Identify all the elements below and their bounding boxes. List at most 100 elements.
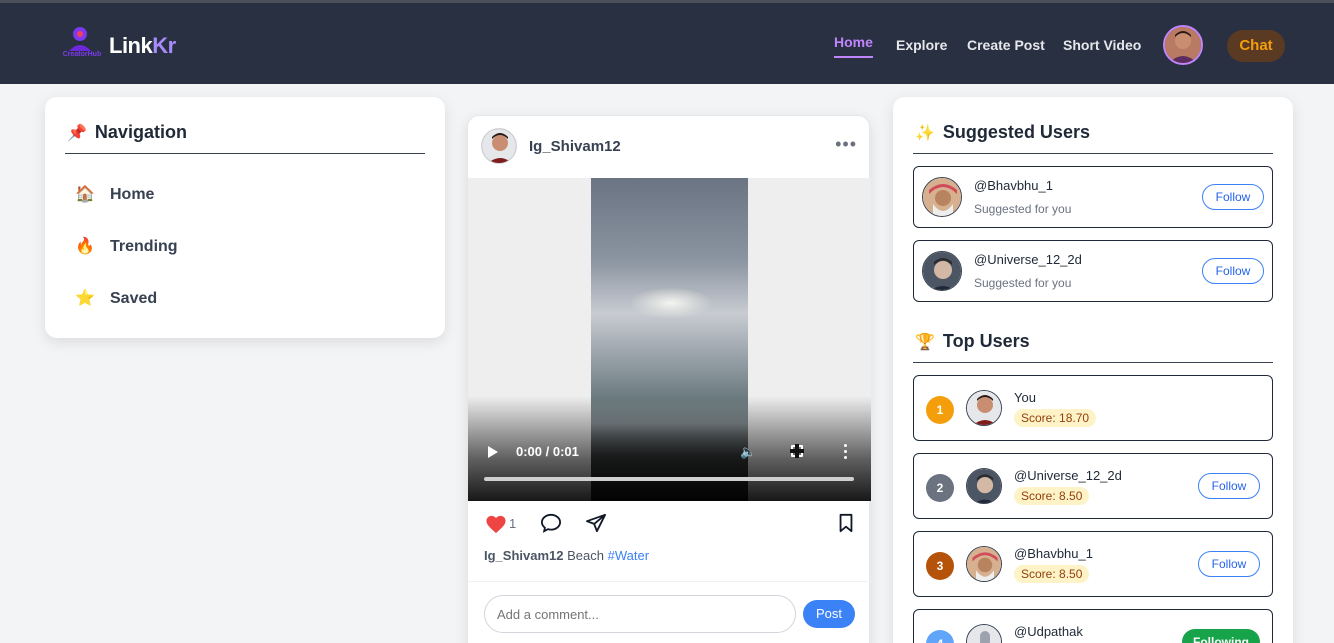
post-caption: Ig_Shivam12 Beach #Water <box>484 548 649 563</box>
nav-home[interactable]: Home <box>834 34 873 58</box>
post-divider <box>468 581 871 582</box>
brand-accent: Kr <box>152 33 176 58</box>
video-more-icon[interactable] <box>844 444 848 462</box>
avatar[interactable] <box>922 177 962 217</box>
bookmark-icon[interactable] <box>837 513 855 533</box>
follow-button[interactable]: Follow <box>1198 551 1260 577</box>
suggested-users-title: ✨ Suggested Users <box>915 122 1090 143</box>
share-icon[interactable] <box>585 513 607 533</box>
navigation-title-text: Navigation <box>94 122 187 142</box>
post-card: Ig_Shivam12 ••• 0:00 / 0:01 🔈 1 Ig_Shiva… <box>467 115 871 643</box>
caption-text: Beach <box>567 548 604 563</box>
avatar-image <box>967 391 1001 425</box>
rank-badge: 4 <box>926 630 954 643</box>
chat-button[interactable]: Chat <box>1227 30 1285 62</box>
pushpin-icon: 📌 <box>67 125 87 142</box>
avatar[interactable] <box>966 468 1002 504</box>
avatar-image <box>967 625 1001 643</box>
video-player[interactable]: 0:00 / 0:01 🔈 <box>468 178 871 501</box>
avatar[interactable] <box>966 624 1002 643</box>
brand-name[interactable]: LinkKr <box>109 33 176 59</box>
post-author-avatar[interactable] <box>481 128 517 164</box>
caption-hashtag[interactable]: #Water <box>608 548 649 563</box>
navigation-title: 📌 Navigation <box>67 122 187 143</box>
avatar[interactable] <box>966 390 1002 426</box>
fullscreen-icon[interactable] <box>790 444 804 458</box>
profile-avatar[interactable] <box>1163 25 1203 65</box>
logo-icon <box>69 27 91 51</box>
suggested-user-subtitle: Suggested for you <box>974 202 1072 216</box>
comment-icon[interactable] <box>540 513 562 533</box>
score-badge: Score: 8.50 <box>1014 565 1090 583</box>
suggested-user-handle[interactable]: @Bhavbhu_1 <box>974 178 1053 193</box>
play-icon[interactable] <box>488 446 498 458</box>
heart-icon[interactable] <box>485 514 507 534</box>
logo-caption: CreatorHub <box>62 51 102 58</box>
top-users-divider <box>913 362 1273 363</box>
avatar-image <box>923 178 961 216</box>
avatar-image <box>967 547 1001 581</box>
navigation-divider <box>65 153 425 154</box>
trophy-icon: 🏆 <box>915 334 935 351</box>
suggested-users-title-text: Suggested Users <box>942 122 1090 142</box>
suggested-user-card: @Universe_12_2d Suggested for you Follow <box>913 240 1273 302</box>
avatar[interactable] <box>966 546 1002 582</box>
avatar-image <box>923 252 961 290</box>
comment-input[interactable] <box>484 595 796 633</box>
nav-short-video[interactable]: Short Video <box>1063 37 1141 53</box>
score-badge: Score: 18.70 <box>1014 409 1097 427</box>
top-user-name[interactable]: @Udpathak <box>1014 624 1083 639</box>
follow-button[interactable]: Follow <box>1202 258 1264 284</box>
suggested-user-subtitle: Suggested for you <box>974 276 1072 290</box>
avatar-image <box>1165 27 1201 63</box>
creatorhub-logo[interactable]: CreatorHub <box>56 25 108 61</box>
fire-icon: 🔥 <box>75 238 95 255</box>
top-user-name[interactable]: @Universe_12_2d <box>1014 468 1122 483</box>
top-user-card: 3 @Bhavbhu_1 Score: 8.50 Follow <box>913 531 1273 597</box>
follow-button[interactable]: Follow <box>1202 184 1264 210</box>
nav-create-post[interactable]: Create Post <box>967 37 1045 53</box>
sidebar-item-label: Saved <box>110 290 158 307</box>
avatar-image <box>482 129 516 163</box>
sparkles-icon: ✨ <box>915 125 935 142</box>
avatar-image <box>967 469 1001 503</box>
top-user-card: 2 @Universe_12_2d Score: 8.50 Follow <box>913 453 1273 519</box>
following-button[interactable]: Following <box>1182 629 1260 643</box>
star-icon: ⭐ <box>75 290 95 307</box>
top-users-title-text: Top Users <box>942 331 1030 351</box>
post-author-name[interactable]: Ig_Shivam12 <box>529 138 621 155</box>
avatar[interactable] <box>922 251 962 291</box>
top-users-title: 🏆 Top Users <box>915 331 1030 352</box>
suggested-user-handle[interactable]: @Universe_12_2d <box>974 252 1082 267</box>
video-progress-bar[interactable] <box>484 477 854 481</box>
more-options-icon[interactable]: ••• <box>835 134 857 155</box>
rank-badge: 3 <box>926 552 954 580</box>
rank-badge: 2 <box>926 474 954 502</box>
volume-icon[interactable]: 🔈 <box>740 444 756 460</box>
caption-username[interactable]: Ig_Shivam12 <box>484 548 564 563</box>
right-sidebar-card: ✨ Suggested Users @Bhavbhu_1 Suggested fo… <box>893 97 1293 643</box>
follow-button[interactable]: Follow <box>1198 473 1260 499</box>
sidebar-item-trending[interactable]: 🔥 Trending <box>75 236 178 256</box>
video-time: 0:00 / 0:01 <box>516 444 579 459</box>
nav-explore[interactable]: Explore <box>896 37 947 53</box>
score-badge: Score: 8.50 <box>1014 487 1090 505</box>
sidebar-item-home[interactable]: 🏠 Home <box>75 184 154 204</box>
video-sky-glow <box>631 288 711 318</box>
top-navbar: CreatorHub LinkKr Home Explore Create Po… <box>0 0 1334 84</box>
post-comment-button[interactable]: Post <box>803 600 855 628</box>
suggested-divider <box>913 153 1273 154</box>
top-user-card: 1 You Score: 18.70 <box>913 375 1273 441</box>
brand-main: Link <box>109 33 153 58</box>
rank-badge: 1 <box>926 396 954 424</box>
sidebar-item-saved[interactable]: ⭐ Saved <box>75 288 157 308</box>
sidebar-item-label: Home <box>110 186 155 203</box>
sidebar-item-label: Trending <box>110 238 178 255</box>
top-user-name[interactable]: @Bhavbhu_1 <box>1014 546 1093 561</box>
navigation-card: 📌 Navigation 🏠 Home 🔥 Trending ⭐ Saved <box>45 97 445 338</box>
top-user-card: 4 @Udpathak Following <box>913 609 1273 643</box>
top-user-name[interactable]: You <box>1014 390 1036 405</box>
house-icon: 🏠 <box>75 186 95 203</box>
like-count: 1 <box>509 516 517 531</box>
suggested-user-card: @Bhavbhu_1 Suggested for you Follow <box>913 166 1273 228</box>
